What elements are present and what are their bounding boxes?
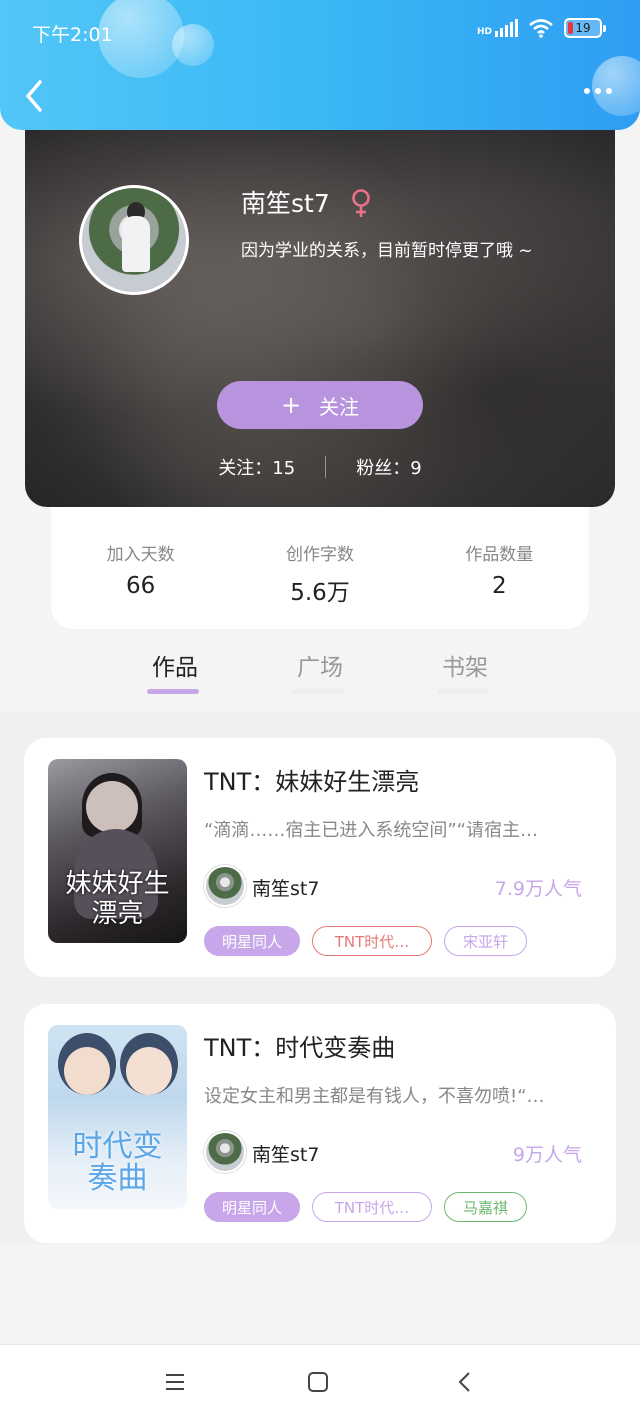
work-summary: “滴滴……宿主已进入系统空间”“请宿主…	[204, 820, 538, 841]
profile-header: 南笙st7 因为学业的关系，目前暂时停更了哦 ~ + 关注 关注：15 粉丝：9	[25, 118, 615, 507]
profile-counters: 加入天数 66 创作字数 5.6万 作品数量 2	[51, 500, 589, 629]
wifi-icon	[529, 19, 553, 38]
status-time: 下午2:01	[32, 24, 113, 46]
cover-face	[64, 1047, 110, 1095]
decor-bubble	[592, 56, 640, 116]
tab-label: 书架	[442, 655, 488, 681]
tab-label: 作品	[152, 655, 198, 681]
plus-icon: +	[280, 391, 302, 419]
work-popularity: 9万人气	[512, 1144, 582, 1166]
battery-icon: 19	[564, 18, 606, 38]
author-avatar	[204, 865, 246, 907]
cover-title: 妹妹好生漂亮	[65, 869, 170, 929]
following-count[interactable]: 关注：15	[218, 454, 295, 480]
counter-value: 2	[492, 573, 507, 599]
divider	[325, 456, 327, 478]
avatar[interactable]	[79, 185, 189, 295]
counter-value: 66	[126, 573, 156, 599]
counter-label: 创作字数	[285, 545, 354, 565]
female-icon	[352, 189, 370, 217]
counter-label: 作品数量	[465, 545, 534, 565]
tab-works[interactable]: 作品	[103, 640, 248, 712]
profile-name: 南笙st7	[241, 189, 330, 218]
signal-icon	[495, 19, 518, 37]
tab-indicator	[436, 689, 489, 694]
home-icon[interactable]	[307, 1371, 329, 1393]
counter-word-count: 创作字数 5.6万	[230, 500, 409, 629]
top-bar: 下午2:01 HD 19	[0, 0, 640, 130]
work-card[interactable]: 妹妹好生漂亮 TNT：妹妹好生漂亮 “滴滴……宿主已进入系统空间”“请宿主… 南…	[24, 738, 616, 977]
tag[interactable]: 马嘉祺	[444, 1192, 527, 1222]
work-title[interactable]: TNT：妹妹好生漂亮	[204, 762, 419, 797]
tab-bookshelf[interactable]: 书架	[393, 640, 538, 712]
counter-value: 5.6万	[290, 580, 350, 606]
tag[interactable]: 明星同人	[204, 1192, 300, 1222]
cover-face	[126, 1047, 172, 1095]
works-list: 妹妹好生漂亮 TNT：妹妹好生漂亮 “滴滴……宿主已进入系统空间”“请宿主… 南…	[0, 712, 640, 1244]
tag[interactable]: TNT时代…	[312, 926, 432, 956]
cover-title: 时代变奏曲	[72, 1129, 163, 1196]
work-summary: 设定女主和男主都是有钱人，不喜勿喷!“…	[204, 1086, 545, 1107]
tab-indicator	[291, 689, 344, 694]
author-avatar	[204, 1131, 246, 1173]
fans-count[interactable]: 粉丝：9	[356, 454, 421, 480]
work-popularity: 7.9万人气	[494, 878, 582, 900]
nav-back-icon[interactable]	[454, 1371, 476, 1393]
work-card[interactable]: 时代变奏曲 TNT：时代变奏曲 设定女主和男主都是有钱人，不喜勿喷!“… 南笙s…	[24, 1004, 616, 1243]
tag[interactable]: TNT时代…	[312, 1192, 432, 1222]
work-title[interactable]: TNT：时代变奏曲	[204, 1028, 395, 1063]
tab-label: 广场	[297, 655, 343, 681]
menu-icon[interactable]	[164, 1371, 186, 1393]
counter-label: 加入天数	[106, 545, 175, 565]
work-author: 南笙st7	[252, 1144, 320, 1166]
tab-square[interactable]: 广场	[248, 640, 393, 712]
network-type: HD	[476, 27, 492, 37]
work-tags: 明星同人 TNT时代… 宋亚轩	[204, 926, 527, 956]
back-icon[interactable]	[20, 78, 52, 114]
follow-button[interactable]: + 关注	[217, 381, 423, 429]
battery-level: 19	[575, 21, 591, 35]
follow-stats: 关注：15 粉丝：9	[25, 454, 615, 480]
decor-bubble	[172, 24, 214, 66]
system-nav-bar	[0, 1344, 640, 1422]
more-icon[interactable]	[584, 88, 612, 94]
work-author: 南笙st7	[252, 878, 320, 900]
work-tags: 明星同人 TNT时代… 马嘉祺	[204, 1192, 527, 1222]
book-cover[interactable]: 时代变奏曲	[48, 1025, 187, 1209]
tab-indicator	[146, 689, 199, 694]
tag[interactable]: 宋亚轩	[444, 926, 527, 956]
cover-face	[86, 781, 138, 833]
counter-join-days: 加入天数 66	[51, 500, 230, 629]
follow-label: 关注	[319, 394, 360, 419]
profile-bio: 因为学业的关系，目前暂时停更了哦 ~	[241, 241, 533, 261]
tag[interactable]: 明星同人	[204, 926, 300, 956]
status-icons: HD 19	[476, 18, 606, 38]
counter-works: 作品数量 2	[410, 500, 589, 629]
tab-bar: 作品 广场 书架	[0, 640, 640, 712]
book-cover[interactable]: 妹妹好生漂亮	[48, 759, 187, 943]
